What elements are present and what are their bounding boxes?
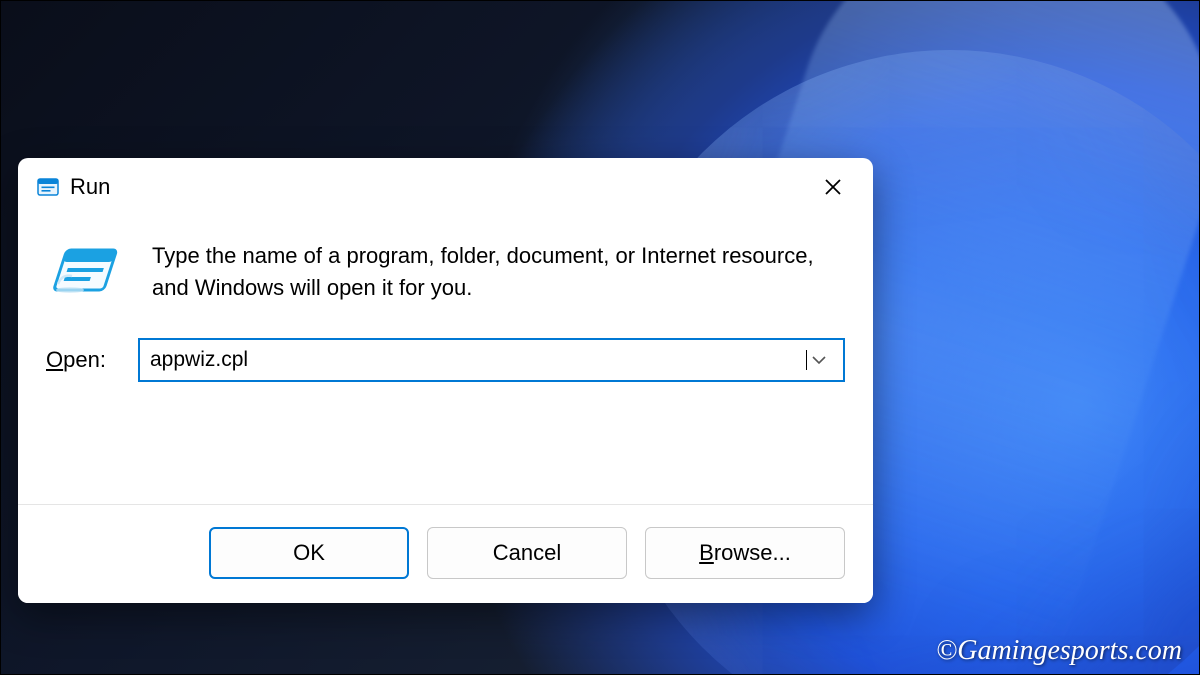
run-dialog: Run Type the (18, 158, 873, 603)
open-combobox[interactable]: appwiz.cpl (138, 338, 845, 382)
close-icon (824, 178, 842, 196)
description-text: Type the name of a program, folder, docu… (152, 240, 845, 304)
close-button[interactable] (801, 163, 865, 211)
run-icon (36, 175, 60, 199)
chevron-down-icon[interactable] (805, 355, 833, 365)
dialog-footer: OK Cancel Browse... (18, 504, 873, 603)
description-row: Type the name of a program, folder, docu… (46, 240, 845, 304)
open-input-value[interactable]: appwiz.cpl (150, 348, 805, 372)
dialog-body: Type the name of a program, folder, docu… (18, 216, 873, 504)
titlebar[interactable]: Run (18, 158, 873, 216)
cancel-button[interactable]: Cancel (427, 527, 627, 579)
open-label: Open: (46, 347, 124, 373)
run-large-icon (46, 240, 126, 304)
browse-button[interactable]: Browse... (645, 527, 845, 579)
ok-button[interactable]: OK (209, 527, 409, 579)
watermark: ©Gamingesports.com (936, 635, 1182, 667)
open-row: Open: appwiz.cpl (46, 338, 845, 382)
dialog-title: Run (70, 174, 801, 200)
